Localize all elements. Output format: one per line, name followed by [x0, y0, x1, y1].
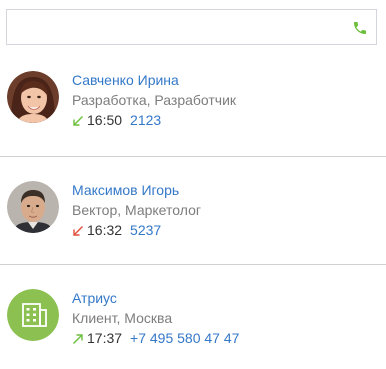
phone-search-input[interactable]: [13, 16, 349, 38]
contact-name[interactable]: Атриус: [72, 289, 372, 308]
avatar: [7, 71, 59, 123]
divider: [0, 264, 386, 265]
call-time: 17:37: [87, 330, 123, 346]
call-time: 16:32: [87, 222, 123, 238]
contact-subtitle: Разработка, Разработчик: [72, 92, 237, 108]
call-button[interactable]: [349, 17, 371, 39]
man-photo-icon: [7, 181, 59, 233]
contact-subtitle: Клиент, Москва: [72, 310, 173, 326]
contact-name[interactable]: Максимов Игорь: [72, 181, 372, 200]
building-icon: [7, 289, 59, 341]
arrow-down-left-icon: [72, 225, 84, 237]
arrow-down-left-icon: [72, 115, 84, 127]
contact-item[interactable]: Савченко Ирина Разработка, Разработчик 1…: [0, 65, 386, 145]
phone-number-link[interactable]: 5237: [130, 221, 161, 240]
avatar: [7, 289, 59, 341]
avatar: [7, 181, 59, 233]
phone-number-link[interactable]: 2123: [130, 111, 161, 130]
woman-photo-icon: [7, 71, 59, 123]
phone-search-box: [6, 9, 377, 45]
contact-name[interactable]: Савченко Ирина: [72, 71, 372, 90]
phone-icon: [354, 22, 366, 34]
contact-item[interactable]: Атриус Клиент, Москва 17:37 +7 495 580 4…: [0, 283, 386, 363]
contact-item[interactable]: Максимов Игорь Вектор, Маркетолог 16:32 …: [0, 175, 386, 255]
divider: [0, 156, 386, 157]
arrow-up-right-icon: [72, 333, 84, 345]
phone-number-link[interactable]: +7 495 580 47 47: [130, 329, 239, 348]
contact-subtitle: Вектор, Маркетолог: [72, 202, 201, 218]
call-time: 16:50: [87, 112, 123, 128]
